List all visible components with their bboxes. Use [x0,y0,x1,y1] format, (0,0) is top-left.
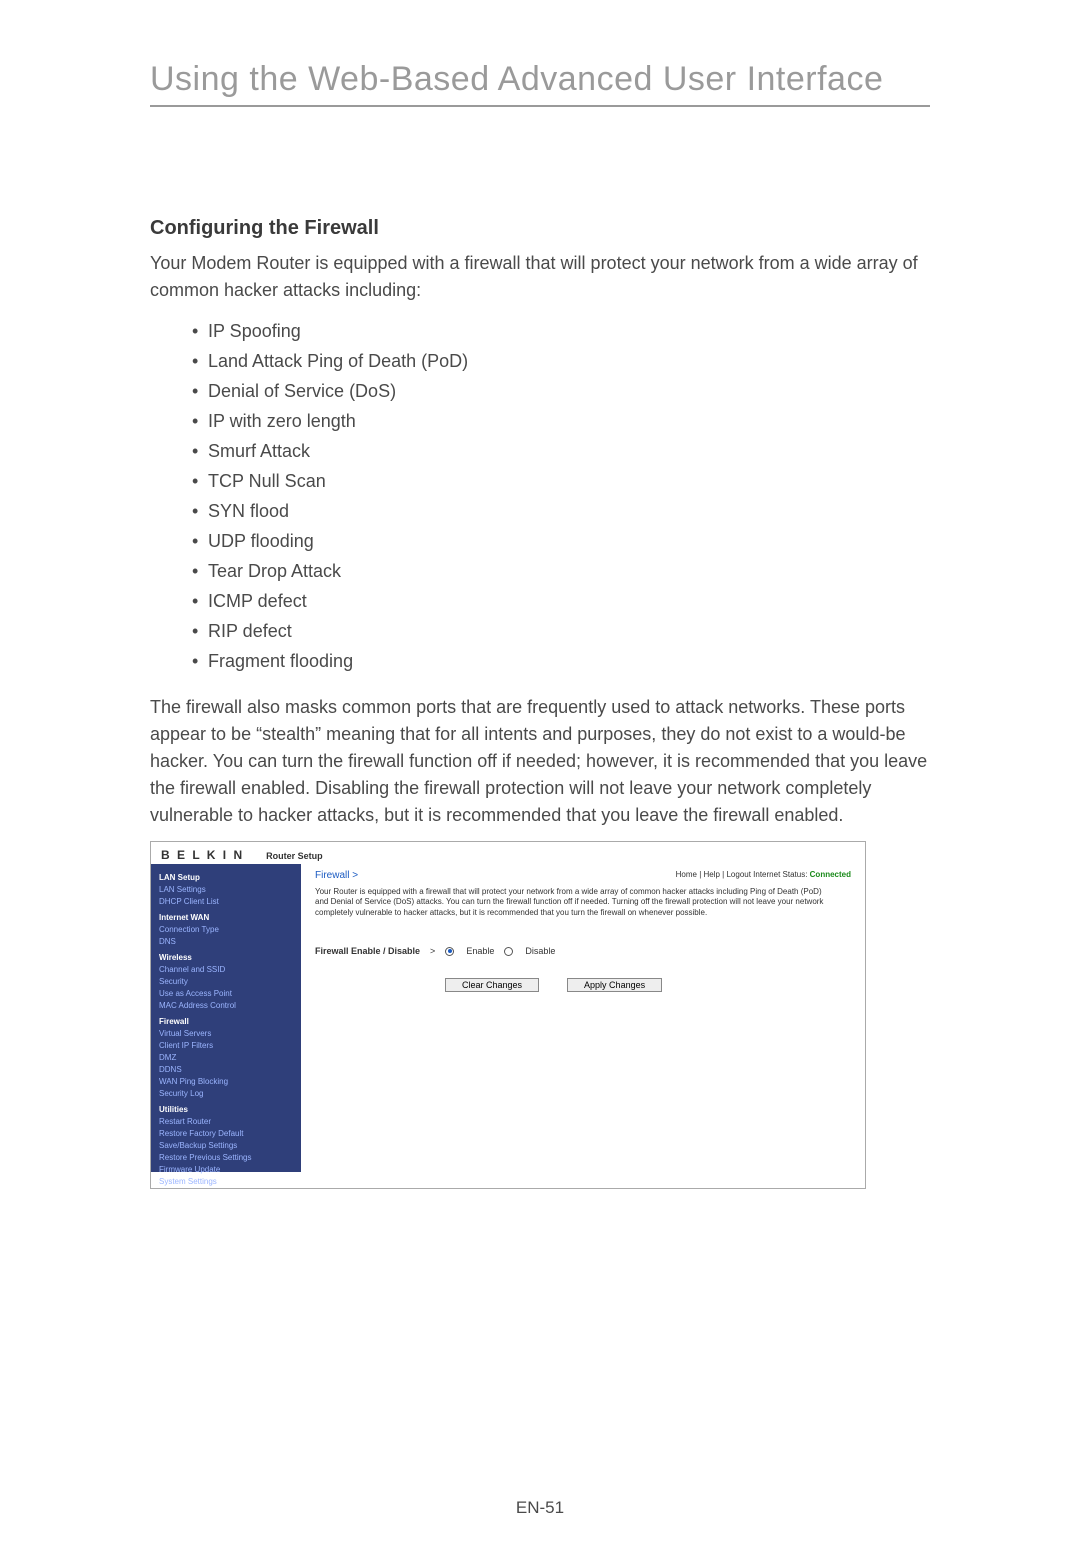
sidebar-item[interactable]: System Settings [159,1176,301,1188]
list-item: TCP Null Scan [192,472,930,490]
list-item: Land Attack Ping of Death (PoD) [192,352,930,370]
top-links-text[interactable]: Home | Help | Logout Internet Status: [676,870,808,879]
sidebar-heading: Utilities [159,1104,301,1116]
router-section-label: Router Setup [266,851,323,861]
list-item: Tear Drop Attack [192,562,930,580]
list-item: UDP flooding [192,532,930,550]
sidebar-heading: Firewall [159,1016,301,1028]
list-item: Smurf Attack [192,442,930,460]
radio-enable[interactable] [445,947,454,956]
sidebar-heading: Wireless [159,952,301,964]
list-item: ICMP defect [192,592,930,610]
sidebar-item[interactable]: Security [159,976,301,988]
radio-enable-label: Enable [466,946,494,956]
sidebar-item[interactable]: DNS [159,936,301,948]
radio-disable[interactable] [504,947,513,956]
list-item: Fragment flooding [192,652,930,670]
radio-disable-label: Disable [525,946,555,956]
sidebar-item[interactable]: Client IP Filters [159,1040,301,1052]
sidebar-item[interactable]: DDNS [159,1064,301,1076]
list-item: SYN flood [192,502,930,520]
list-item: Denial of Service (DoS) [192,382,930,400]
toggle-sep: > [430,946,435,956]
sidebar: LAN SetupLAN SettingsDHCP Client List Int… [151,864,301,1172]
sidebar-item[interactable]: Security Log [159,1088,301,1100]
sidebar-item[interactable]: DHCP Client List [159,896,301,908]
apply-changes-button[interactable]: Apply Changes [567,978,662,992]
crumb-label: Firewall [315,870,349,881]
sidebar-item[interactable]: Channel and SSID [159,964,301,976]
sidebar-item[interactable]: Restore Previous Settings [159,1152,301,1164]
closing-text: The firewall also masks common ports tha… [150,694,930,829]
sidebar-item[interactable]: Restart Router [159,1116,301,1128]
sidebar-item[interactable]: Connection Type [159,924,301,936]
sidebar-item[interactable]: Virtual Servers [159,1028,301,1040]
brand-logo: B E L K I N [161,848,244,862]
sidebar-item[interactable]: Save/Backup Settings [159,1140,301,1152]
sidebar-item[interactable]: Use as Access Point [159,988,301,1000]
sidebar-item[interactable]: Restore Factory Default [159,1128,301,1140]
section-heading: Configuring the Firewall [150,217,930,240]
list-item: RIP defect [192,622,930,640]
crumb-sep: > [352,870,358,881]
sidebar-item[interactable]: MAC Address Control [159,1000,301,1012]
sidebar-heading: LAN Setup [159,872,301,884]
sidebar-heading: Internet WAN [159,912,301,924]
firewall-description: Your Router is equipped with a firewall … [315,887,835,918]
firewall-toggle-label: Firewall Enable / Disable [315,946,420,956]
list-item: IP Spoofing [192,322,930,340]
sidebar-item[interactable]: Firmware Update [159,1164,301,1176]
page-title: Using the Web-Based Advanced User Interf… [150,60,930,107]
attacks-list: IP Spoofing Land Attack Ping of Death (P… [150,322,930,670]
sidebar-item[interactable]: WAN Ping Blocking [159,1076,301,1088]
top-links[interactable]: Home | Help | Logout Internet Status: Co… [676,870,851,879]
sidebar-item[interactable]: LAN Settings [159,884,301,896]
clear-changes-button[interactable]: Clear Changes [445,978,539,992]
router-screenshot: B E L K I N Router Setup Home | Help | L… [150,841,866,1189]
sidebar-item[interactable]: DMZ [159,1052,301,1064]
internet-status: Connected [810,870,851,879]
content-pane: Firewall > Your Router is equipped with … [301,864,865,1172]
list-item: IP with zero length [192,412,930,430]
intro-text: Your Modem Router is equipped with a fir… [150,250,930,304]
page-number: EN-51 [516,1498,564,1518]
